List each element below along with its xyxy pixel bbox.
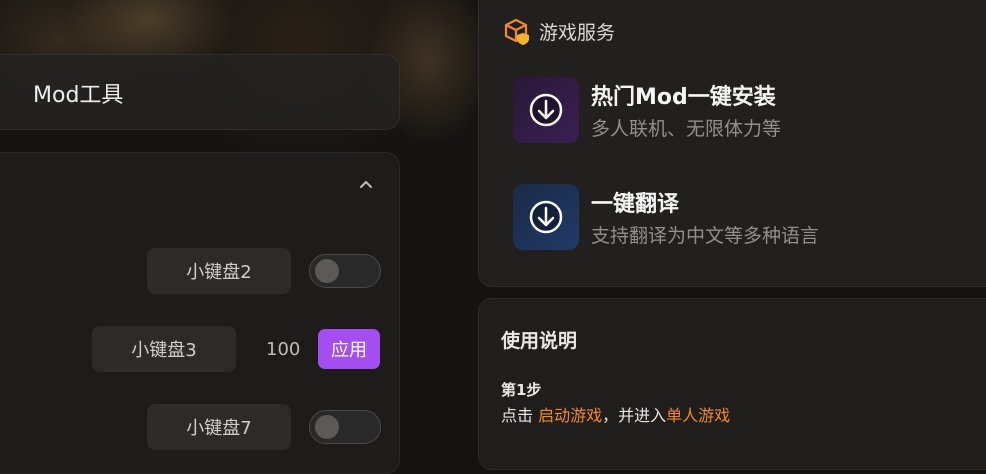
toggle-knob <box>315 415 339 439</box>
usage-instructions-panel: 使用说明 第1步 点击 启动游戏，并进入单人游戏 <box>478 298 986 470</box>
download-icon <box>529 200 563 234</box>
key-label-numpad7: 小键盘7 <box>147 404 291 450</box>
download-icon <box>529 93 563 127</box>
translate-subtitle: 支持翻译为中文等多种语言 <box>591 225 820 247</box>
mod-install-title: 热门Mod一键安装 <box>591 85 776 110</box>
numpad7-toggle[interactable] <box>309 410 381 444</box>
key-label-numpad3: 小键盘3 <box>92 326 236 372</box>
box-shield-icon <box>504 18 529 45</box>
mod-tool-title: Mod工具 <box>33 83 124 108</box>
translate-title: 一键翻译 <box>591 192 680 217</box>
mod-install-thumbnail <box>513 77 579 143</box>
step-middle: ，并进入 <box>602 406 667 425</box>
usage-title: 使用说明 <box>501 330 578 352</box>
service-item-translate[interactable]: 一键翻译 支持翻译为中文等多种语言 <box>513 184 986 254</box>
step-prefix: 点击 <box>501 406 539 425</box>
numpad3-value[interactable]: 100 <box>266 339 300 360</box>
step-label: 第1步 <box>501 381 542 399</box>
single-player-link[interactable]: 单人游戏 <box>666 406 730 425</box>
key-settings-panel: 小键盘2 小键盘3 100 应用 小键盘7 <box>0 152 400 474</box>
apply-button[interactable]: 应用 <box>318 329 380 369</box>
step-text: 点击 启动游戏，并进入单人游戏 <box>501 402 730 426</box>
toggle-knob <box>315 259 339 283</box>
numpad2-toggle[interactable] <box>309 254 381 288</box>
launch-game-link[interactable]: 启动游戏 <box>538 406 602 425</box>
game-service-title: 游戏服务 <box>539 21 616 44</box>
key-label-numpad2: 小键盘2 <box>147 248 291 294</box>
chevron-up-icon[interactable] <box>359 177 373 191</box>
game-service-panel: 游戏服务 热门Mod一键安装 多人联机、无限体力等 一键翻译 支持翻译为中文等多… <box>478 0 986 287</box>
game-service-header: 游戏服务 <box>503 17 615 45</box>
translate-thumbnail <box>513 184 579 250</box>
mod-tool-header[interactable]: Mod工具 <box>0 54 400 130</box>
mod-install-subtitle: 多人联机、无限体力等 <box>591 118 782 140</box>
service-item-mod-install[interactable]: 热门Mod一键安装 多人联机、无限体力等 <box>513 77 986 147</box>
